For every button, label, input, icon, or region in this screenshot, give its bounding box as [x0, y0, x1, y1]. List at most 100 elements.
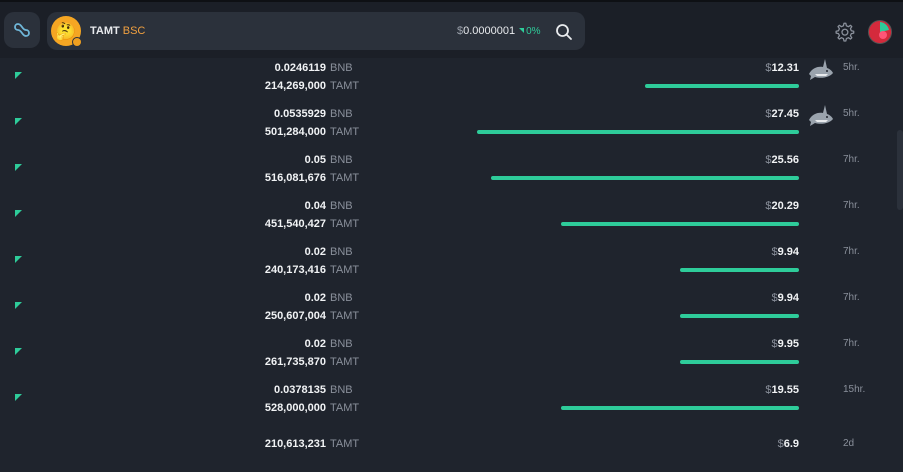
usd-amount: 9.95: [777, 338, 799, 350]
trade-age: 7hr.: [843, 200, 860, 211]
bnb-amount: 0.05 BNB: [305, 154, 358, 166]
price-change: 0%: [526, 26, 541, 37]
token-value: 528,000,000: [264, 402, 326, 414]
trade-row[interactable]: 0.02 BNB 250,607,004 TAMT $9.94 7hr.: [0, 288, 903, 334]
token-amount: 451,540,427 TAMT: [265, 218, 360, 230]
trade-row[interactable]: 210,613,231 TAMT $6.9 2d: [0, 426, 903, 472]
token-value: 210,613,231: [264, 438, 326, 450]
bnb-unit: BNB: [330, 292, 353, 304]
bnb-value: 0.02: [304, 338, 326, 350]
bnb-amount: 0.0246119 BNB: [275, 62, 358, 74]
bnb-unit: BNB: [330, 338, 353, 350]
trade-row[interactable]: 0.02 BNB 240,173,416 TAMT $9.94 7hr.: [0, 242, 903, 288]
usd-amount: 9.94: [777, 246, 799, 258]
token-selector[interactable]: 🤔 TAMT BSC $0.0000001 0%: [47, 12, 585, 50]
token-unit: TAMT: [330, 172, 360, 184]
bnb-amount: 0.02 BNB: [305, 246, 358, 258]
token-value: 516,081,676: [264, 172, 326, 184]
token-chain: BSC: [122, 25, 146, 37]
gear-icon[interactable]: [833, 21, 855, 43]
usd-value: $20.29: [765, 200, 799, 212]
bnb-unit: BNB: [330, 200, 353, 212]
volume-bar: [680, 360, 799, 364]
buy-triangle-icon: [15, 210, 22, 217]
token-unit: TAMT: [330, 264, 360, 276]
token-name: TAMT: [90, 25, 120, 37]
usd-amount: 27.45: [771, 108, 799, 120]
bnb-value: 0.0378135: [274, 384, 326, 396]
trade-age: 7hr.: [843, 154, 860, 165]
buy-triangle-icon: [15, 348, 22, 355]
token-amount: 516,081,676 TAMT: [264, 172, 360, 184]
volume-bar: [561, 222, 799, 226]
trade-age: 7hr.: [843, 292, 860, 303]
infinity-logo-icon: [14, 23, 30, 37]
volume-bar: [561, 406, 799, 410]
shark-icon: [809, 59, 833, 80]
bnb-value: 0.04: [304, 200, 326, 212]
usd-amount: 9.94: [777, 292, 799, 304]
bnb-value: 0.02: [304, 292, 326, 304]
volume-bar: [680, 268, 799, 272]
bnb-amount: 0.0378135 BNB: [274, 384, 358, 396]
volume-bar: [680, 314, 799, 318]
token-value: 261,735,870: [264, 356, 326, 368]
scrollbar[interactable]: [897, 130, 903, 210]
trade-row[interactable]: 0.02 BNB 261,735,870 TAMT $9.95 7hr.: [0, 334, 903, 380]
usd-amount: 20.29: [771, 200, 799, 212]
token-amount: 250,607,004 TAMT: [264, 310, 359, 322]
trade-row[interactable]: 0.0246119 BNB 214,269,000 TAMT $12.31 5hr.: [0, 58, 903, 104]
bnb-unit: BNB: [330, 246, 353, 258]
token-amount: 214,269,000 TAMT: [264, 80, 360, 92]
buy-triangle-icon: [15, 302, 22, 309]
token-price: $0.0000001 0%: [457, 25, 541, 37]
token-unit: TAMT: [330, 438, 360, 450]
trade-row[interactable]: 0.0535929 BNB 501,284,000 TAMT $27.45 5hr.: [0, 104, 903, 150]
trade-age: 7hr.: [843, 338, 860, 349]
usd-amount: 6.9: [783, 438, 799, 450]
usd-value: $27.45: [765, 108, 799, 120]
search-icon[interactable]: [555, 23, 573, 41]
token-unit: TAMT: [330, 218, 360, 230]
user-avatar[interactable]: [868, 20, 892, 44]
usd-amount: 19.55: [771, 384, 799, 396]
token-value: 501,284,000: [264, 126, 326, 138]
bnb-amount: 0.04 BNB: [305, 200, 358, 212]
buy-triangle-icon: [15, 164, 22, 171]
trade-age: 15hr.: [843, 384, 866, 395]
usd-value: $9.94: [771, 292, 799, 304]
token-amount: 501,284,000 TAMT: [264, 126, 360, 138]
volume-bar: [477, 130, 799, 134]
trade-row[interactable]: 0.04 BNB 451,540,427 TAMT $20.29 7hr.: [0, 196, 903, 242]
token-value: 250,607,004: [264, 310, 326, 322]
usd-value: $12.31: [765, 62, 799, 74]
bnb-value: 0.0246119: [274, 62, 326, 74]
bnb-unit: BNB: [330, 384, 353, 396]
usd-value: $9.95: [771, 338, 799, 350]
price-change-arrow-icon: [519, 28, 525, 33]
token-avatar: 🤔: [51, 16, 82, 47]
token-unit: TAMT: [330, 126, 360, 138]
token-value: 214,269,000: [264, 80, 326, 92]
trade-age: 5hr.: [843, 62, 860, 73]
bnb-unit: BNB: [330, 62, 353, 74]
shark-icon: [809, 105, 833, 126]
trade-age: 2d: [843, 438, 855, 449]
usd-value: $25.56: [765, 154, 799, 166]
buy-triangle-icon: [15, 256, 22, 263]
trade-row[interactable]: 0.0378135 BNB 528,000,000 TAMT $19.55 15hr.: [0, 380, 903, 426]
bnb-value: 0.02: [304, 246, 326, 258]
token-title: TAMT BSC: [90, 25, 145, 37]
usd-amount: 12.31: [771, 62, 799, 74]
bnb-value: 0.0535929: [274, 108, 326, 120]
token-value: 240,173,416: [264, 264, 326, 276]
token-unit: TAMT: [330, 80, 360, 92]
token-amount: 261,735,870 TAMT: [264, 356, 360, 368]
buy-triangle-icon: [15, 72, 22, 79]
bnb-value: 0.05: [304, 154, 326, 166]
trade-row[interactable]: 0.05 BNB 516,081,676 TAMT $25.56 7hr.: [0, 150, 903, 196]
avatar-image: [869, 21, 891, 43]
volume-bar: [491, 176, 799, 180]
home-logo-button[interactable]: [4, 12, 40, 48]
token-unit: TAMT: [330, 356, 360, 368]
